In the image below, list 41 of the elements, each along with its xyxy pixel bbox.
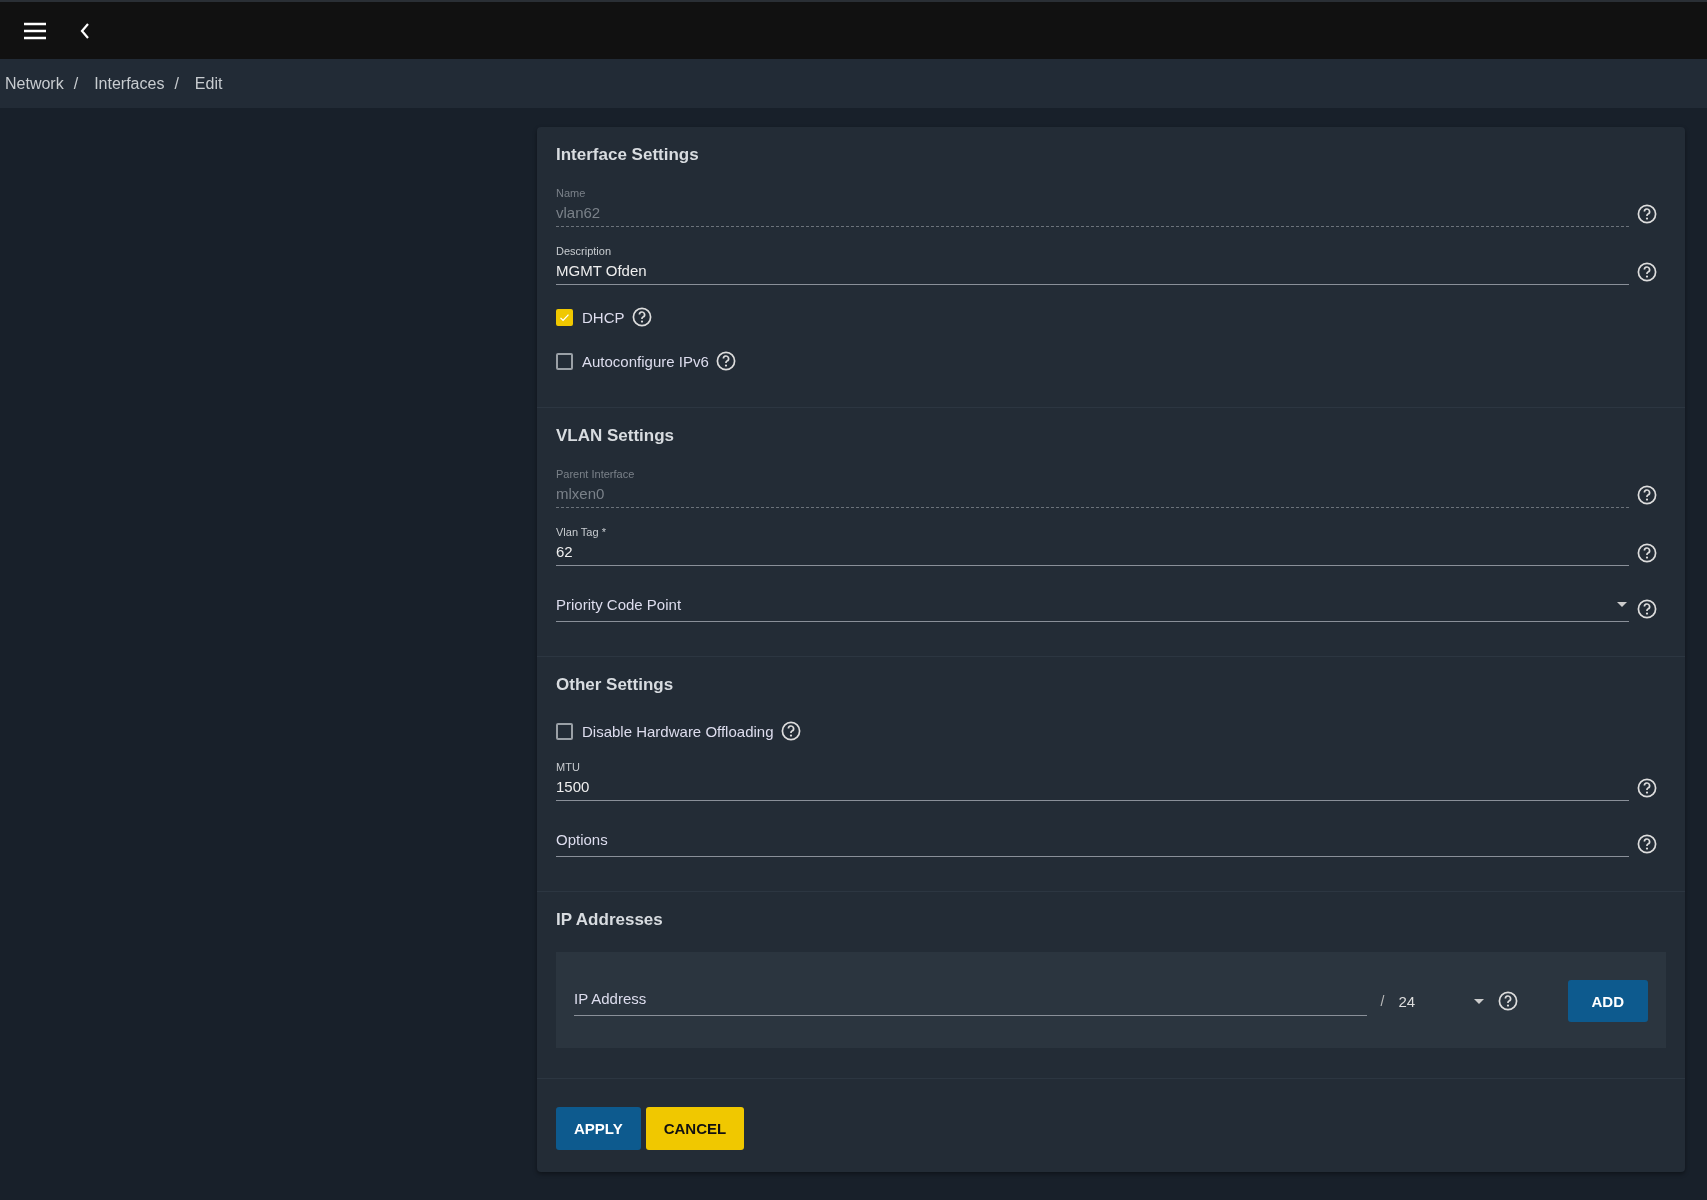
section-title: Interface Settings <box>556 145 700 165</box>
text-field[interactable]: Vlan Tag * 62 <box>556 526 1629 566</box>
help-icon[interactable] <box>1637 599 1657 619</box>
checkbox-label[interactable]: Disable Hardware Offloading <box>582 722 774 740</box>
checkbox[interactable] <box>556 722 573 740</box>
options-field[interactable]: Options <box>556 831 1629 857</box>
section-title: Other Settings <box>556 675 675 695</box>
back-chevron-icon[interactable] <box>80 22 90 39</box>
netmask-separator: / <box>1380 993 1385 1009</box>
text-field[interactable]: Description MGMT Ofden <box>556 245 1629 285</box>
netmask-select[interactable]: 24 <box>1398 992 1484 1010</box>
breadcrumb-link[interactable]: Interfaces <box>94 74 165 93</box>
breadcrumb-separator: / <box>73 74 79 93</box>
help-icon[interactable] <box>1637 778 1657 798</box>
ip-address-field[interactable]: IP Address <box>574 990 1367 1016</box>
apply-button[interactable]: APPLY <box>556 1107 641 1150</box>
breadcrumb-separator: / <box>174 74 179 93</box>
text-field[interactable]: MTU 1500 <box>556 761 1629 801</box>
section-title: VLAN Settings <box>556 426 676 446</box>
menu-icon[interactable] <box>23 21 47 40</box>
caret-icon <box>1617 602 1627 607</box>
help-icon[interactable] <box>1637 485 1657 505</box>
cancel-button[interactable]: CANCEL <box>645 1107 745 1150</box>
help-icon[interactable] <box>715 351 736 371</box>
breadcrumb-link[interactable]: Edit <box>194 74 223 93</box>
help-icon[interactable] <box>1637 834 1657 854</box>
checkbox-label[interactable]: Autoconfigure IPv6 <box>582 352 709 370</box>
add-button[interactable]: ADD <box>1567 980 1648 1022</box>
help-icon[interactable] <box>631 307 652 327</box>
help-icon[interactable] <box>1497 991 1518 1011</box>
checkbox-label[interactable]: DHCP <box>582 308 625 326</box>
checkbox[interactable] <box>556 308 573 326</box>
help-icon[interactable] <box>1637 204 1657 224</box>
section-title: IP Addresses <box>556 910 664 930</box>
caret-icon <box>1473 998 1484 1004</box>
checkbox[interactable] <box>556 352 573 370</box>
help-icon[interactable] <box>1637 262 1657 282</box>
select-field[interactable]: Priority Code Point <box>556 596 1629 622</box>
help-icon[interactable] <box>1637 543 1657 563</box>
breadcrumb-link[interactable]: Network <box>5 74 64 93</box>
help-icon[interactable] <box>780 721 801 741</box>
